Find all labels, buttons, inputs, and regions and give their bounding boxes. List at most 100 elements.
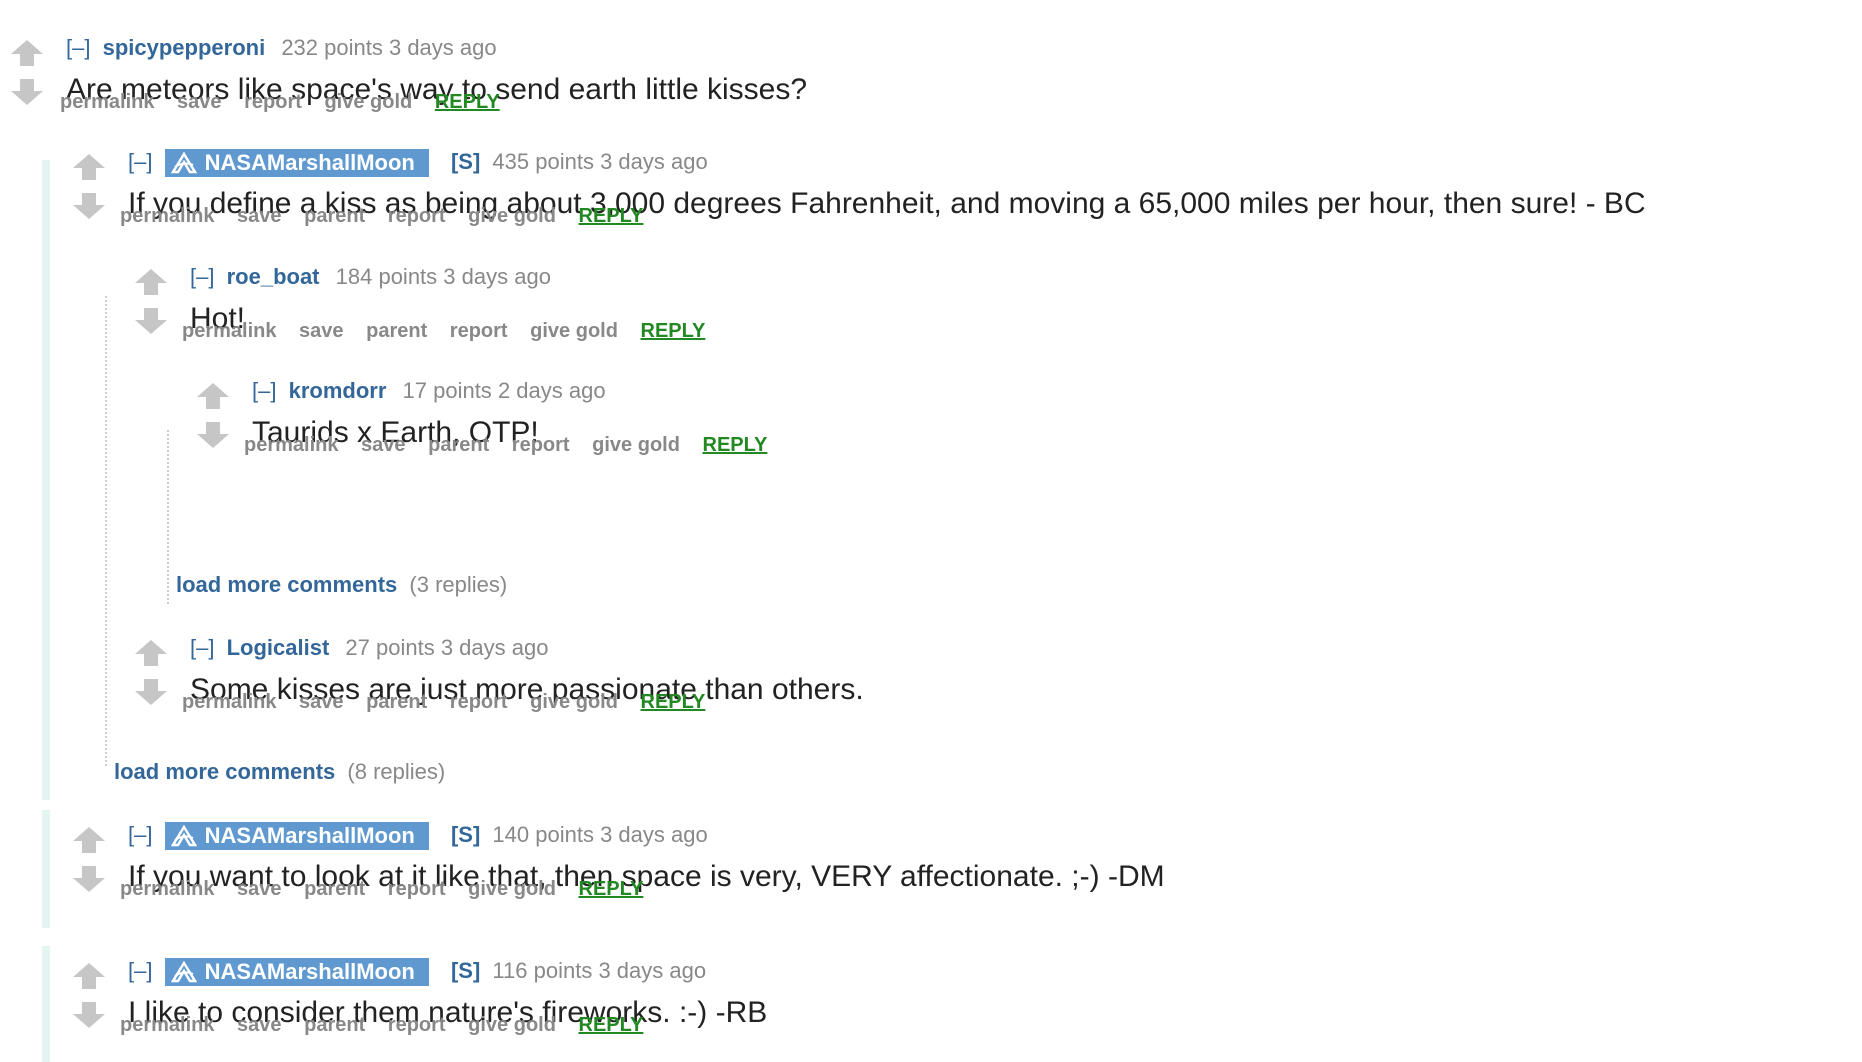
score: 116 points [492,958,593,983]
permalink-button[interactable]: permalink [182,320,276,342]
nasa-flair-icon [170,960,197,990]
nasa-flair-icon [170,151,197,181]
tagline: [–] kromdorr 17 points 2 days ago [252,375,606,407]
comment-actions: permalink save parent report give gold R… [182,317,722,345]
score: 435 points [492,149,594,174]
collapse-toggle[interactable]: [–] [128,822,152,847]
reply-button[interactable]: REPLY [641,691,706,713]
downvote-arrow-icon[interactable] [72,864,106,894]
submitter-flag[interactable]: [S] [451,149,480,174]
save-button[interactable]: save [361,434,406,456]
load-more-count: (8 replies) [347,759,446,784]
author-link[interactable]: NASAMarshallMoon [164,149,429,178]
submitter-flag[interactable]: [S] [451,822,480,847]
tagline: [–] roe_boat 184 points 3 days ago [190,261,551,293]
collapse-toggle[interactable]: [–] [190,635,214,660]
collapse-toggle[interactable]: [–] [190,264,214,289]
collapse-toggle[interactable]: [–] [66,35,90,60]
author-link[interactable]: NASAMarshallMoon [164,822,429,851]
comment-actions: permalink save parent report give gold R… [120,202,660,230]
upvote-arrow-icon[interactable] [134,638,168,668]
author-link[interactable]: spicypepperoni [103,35,266,60]
score: 17 points [402,378,492,403]
parent-button[interactable]: parent [366,691,427,713]
permalink-button[interactable]: permalink [120,1014,214,1036]
permalink-button[interactable]: permalink [120,878,214,900]
upvote-arrow-icon[interactable] [196,381,230,411]
save-button[interactable]: save [237,878,282,900]
author-name: NASAMarshallMoon [204,150,415,176]
report-button[interactable]: report [450,320,508,342]
author-link[interactable]: roe_boat [227,264,320,289]
parent-button[interactable]: parent [304,205,365,227]
report-button[interactable]: report [388,205,446,227]
report-button[interactable]: report [388,878,446,900]
upvote-arrow-icon[interactable] [72,152,106,182]
thread-line-2 [167,430,171,604]
author-name: NASAMarshallMoon [204,823,415,849]
timestamp: 3 days ago [443,264,551,289]
give-gold-button[interactable]: give gold [324,91,412,113]
author-link[interactable]: kromdorr [289,378,387,403]
timestamp: 3 days ago [388,35,497,60]
upvote-arrow-icon[interactable] [134,267,168,297]
permalink-button[interactable]: permalink [244,434,338,456]
give-gold-button[interactable]: give gold [468,878,556,900]
reply-button[interactable]: REPLY [641,320,706,342]
reply-button[interactable]: REPLY [579,878,644,900]
comment-actions: permalink save parent report give gold R… [244,431,784,459]
load-more-link[interactable]: load more comments [114,759,335,784]
load-more-link[interactable]: load more comments [176,572,397,597]
tagline: [–] NASAMarshallMoon [S] 140 points 3 da… [128,819,708,851]
collapse-toggle[interactable]: [–] [128,149,152,174]
save-button[interactable]: save [177,91,222,113]
give-gold-button[interactable]: give gold [468,1014,556,1036]
downvote-arrow-icon[interactable] [72,1000,106,1030]
parent-button[interactable]: parent [428,434,489,456]
collapse-toggle[interactable]: [–] [128,958,152,983]
comment-actions: permalink save report give gold REPLY [60,88,517,116]
submitter-flag[interactable]: [S] [451,958,480,983]
give-gold-button[interactable]: give gold [592,434,680,456]
upvote-arrow-icon[interactable] [10,38,44,68]
parent-button[interactable]: parent [366,320,427,342]
load-more-count: (3 replies) [409,572,508,597]
permalink-button[interactable]: permalink [60,91,154,113]
parent-button[interactable]: parent [304,1014,365,1036]
permalink-button[interactable]: permalink [182,691,276,713]
reply-button[interactable]: REPLY [435,91,500,113]
parent-button[interactable]: parent [304,878,365,900]
downvote-arrow-icon[interactable] [196,420,230,450]
save-button[interactable]: save [299,320,344,342]
report-button[interactable]: report [512,434,570,456]
reply-button[interactable]: REPLY [703,434,768,456]
collapse-toggle[interactable]: [–] [252,378,276,403]
score: 184 points [335,264,438,289]
report-button[interactable]: report [388,1014,446,1036]
timestamp: 3 days ago [600,149,708,174]
score: 140 points [492,822,594,847]
report-button[interactable]: report [244,91,302,113]
save-button[interactable]: save [237,1014,282,1036]
give-gold-button[interactable]: give gold [530,320,618,342]
save-button[interactable]: save [299,691,344,713]
load-more-comments: load more comments (8 replies) [114,756,445,788]
downvote-arrow-icon[interactable] [10,77,44,107]
upvote-arrow-icon[interactable] [72,961,106,991]
load-more-comments: load more comments (3 replies) [176,569,507,601]
comment-actions: permalink save parent report give gold R… [120,875,660,903]
reply-button[interactable]: REPLY [579,205,644,227]
give-gold-button[interactable]: give gold [530,691,618,713]
permalink-button[interactable]: permalink [120,205,214,227]
downvote-arrow-icon[interactable] [72,191,106,221]
report-button[interactable]: report [450,691,508,713]
author-link[interactable]: NASAMarshallMoon [164,958,429,987]
timestamp: 3 days ago [600,822,708,847]
downvote-arrow-icon[interactable] [134,306,168,336]
save-button[interactable]: save [237,205,282,227]
upvote-arrow-icon[interactable] [72,825,106,855]
give-gold-button[interactable]: give gold [468,205,556,227]
downvote-arrow-icon[interactable] [134,677,168,707]
reply-button[interactable]: REPLY [579,1014,644,1036]
author-link[interactable]: Logicalist [227,635,330,660]
